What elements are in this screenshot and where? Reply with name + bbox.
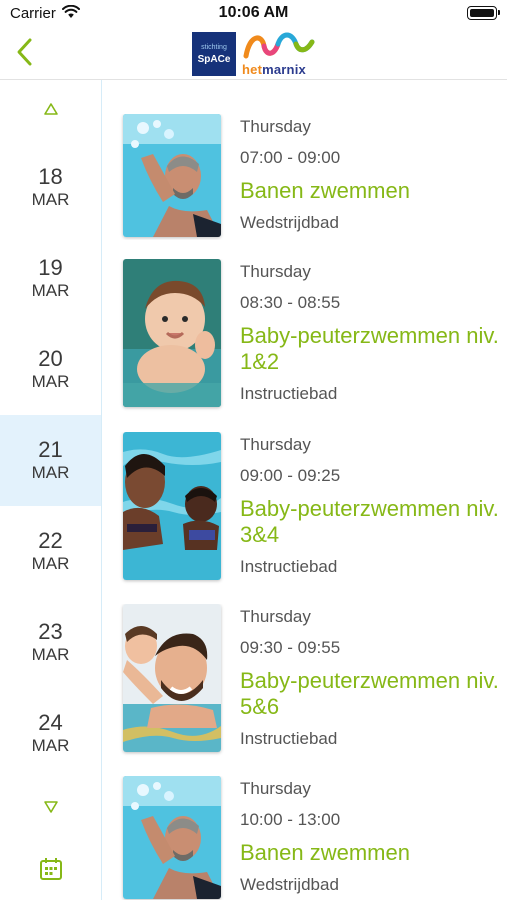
date-item-18-mar[interactable]: 18 MAR: [0, 142, 101, 233]
date-item-20-mar[interactable]: 20 MAR: [0, 324, 101, 415]
date-day: 23: [38, 619, 63, 644]
event-image-mother-child: [123, 432, 221, 580]
date-month: MAR: [31, 281, 70, 300]
space-logo: stichting SpACe: [192, 32, 236, 76]
event-title: Baby-peuterzwemmen niv. 5&6: [240, 668, 499, 719]
date-item-19-mar[interactable]: 19 MAR: [0, 233, 101, 324]
event-list[interactable]: Thursday 07:00 - 09:00 Banen zwemmen Wed…: [103, 80, 507, 900]
battery-icon: [467, 6, 500, 20]
date-item-22-mar[interactable]: 22 MAR: [0, 506, 101, 597]
event-location: Instructiebad: [240, 557, 338, 576]
event-card[interactable]: Thursday 10:00 - 13:00 Banen zwemmen Wed…: [103, 776, 507, 900]
triangle-up-icon: [44, 103, 58, 115]
event-card[interactable]: Thursday 07:00 - 09:00 Banen zwemmen Wed…: [103, 114, 507, 240]
date-month: MAR: [31, 554, 70, 573]
event-card[interactable]: Thursday 09:00 - 09:25 Baby-peuterzwemme…: [103, 432, 507, 592]
event-card[interactable]: Thursday 08:30 - 08:55 Baby-peuterzwemme…: [103, 259, 507, 419]
date-day: 24: [38, 710, 63, 735]
event-weekday: Thursday: [240, 607, 311, 626]
date-day: 18: [38, 164, 63, 189]
event-title: Banen zwemmen: [240, 178, 410, 203]
triangle-down-icon: [44, 801, 58, 813]
event-details: Thursday 10:00 - 13:00 Banen zwemmen Wed…: [240, 776, 502, 896]
event-time: 07:00 - 09:00: [240, 148, 341, 167]
status-bar: Carrier 10:06 AM: [0, 0, 507, 26]
date-day: 19: [38, 255, 63, 280]
event-time: 10:00 - 13:00: [240, 810, 341, 829]
event-location: Instructiebad: [240, 729, 338, 748]
app-logo: stichting SpACe hetmarnix: [190, 30, 320, 78]
date-month: MAR: [31, 190, 70, 209]
marnix-logo-text: hetmarnix: [242, 62, 306, 77]
event-image-baby: [123, 259, 221, 407]
chevron-left-icon: [17, 38, 32, 66]
calendar-button[interactable]: [39, 857, 63, 881]
calendar-icon: [40, 858, 62, 880]
event-location: Wedstrijdbad: [240, 213, 339, 232]
event-details: Thursday 09:00 - 09:25 Baby-peuterzwemme…: [240, 432, 502, 592]
status-time: 10:06 AM: [218, 4, 289, 21]
event-title: Baby-peuterzwemmen niv. 1&2: [240, 323, 499, 374]
event-weekday: Thursday: [240, 779, 311, 798]
event-weekday: Thursday: [240, 435, 311, 454]
back-button[interactable]: [10, 34, 42, 70]
event-image-father-child: [123, 604, 221, 752]
navigation-bar: stichting SpACe hetmarnix: [0, 26, 507, 80]
event-details: Thursday 08:30 - 08:55 Baby-peuterzwemme…: [240, 259, 502, 419]
date-month: MAR: [31, 736, 70, 755]
event-weekday: Thursday: [240, 262, 311, 281]
event-time: 09:00 - 09:25: [240, 466, 341, 485]
next-dates-button[interactable]: [41, 798, 61, 816]
event-title: Banen zwemmen: [240, 840, 410, 865]
event-image-swimmer: [123, 776, 221, 899]
event-details: Thursday 07:00 - 09:00 Banen zwemmen Wed…: [240, 114, 502, 234]
event-time: 08:30 - 08:55: [240, 293, 341, 312]
date-item-24-mar[interactable]: 24 MAR: [0, 688, 101, 779]
date-item-21-mar-selected[interactable]: 21 MAR: [0, 415, 101, 506]
event-card[interactable]: Thursday 09:30 - 09:55 Baby-peuterzwemme…: [103, 604, 507, 764]
wave-logo-icon: [243, 32, 315, 59]
event-location: Instructiebad: [240, 384, 338, 403]
previous-dates-button[interactable]: [41, 100, 61, 118]
event-image-swimmer: [123, 114, 221, 237]
date-item-23-mar[interactable]: 23 MAR: [0, 597, 101, 688]
date-sidebar: 18 MAR 19 MAR 20 MAR 21 MAR 22 MAR 23 MA…: [0, 80, 102, 900]
date-month: MAR: [31, 463, 70, 482]
date-month: MAR: [31, 645, 70, 664]
event-time: 09:30 - 09:55: [240, 638, 341, 657]
date-day: 21: [38, 437, 63, 462]
event-location: Wedstrijdbad: [240, 875, 339, 894]
event-weekday: Thursday: [240, 117, 311, 136]
date-day: 22: [38, 528, 63, 553]
event-details: Thursday 09:30 - 09:55 Baby-peuterzwemme…: [240, 604, 502, 764]
date-day: 20: [38, 346, 63, 371]
event-title: Baby-peuterzwemmen niv. 3&4: [240, 496, 499, 547]
date-month: MAR: [31, 372, 70, 391]
